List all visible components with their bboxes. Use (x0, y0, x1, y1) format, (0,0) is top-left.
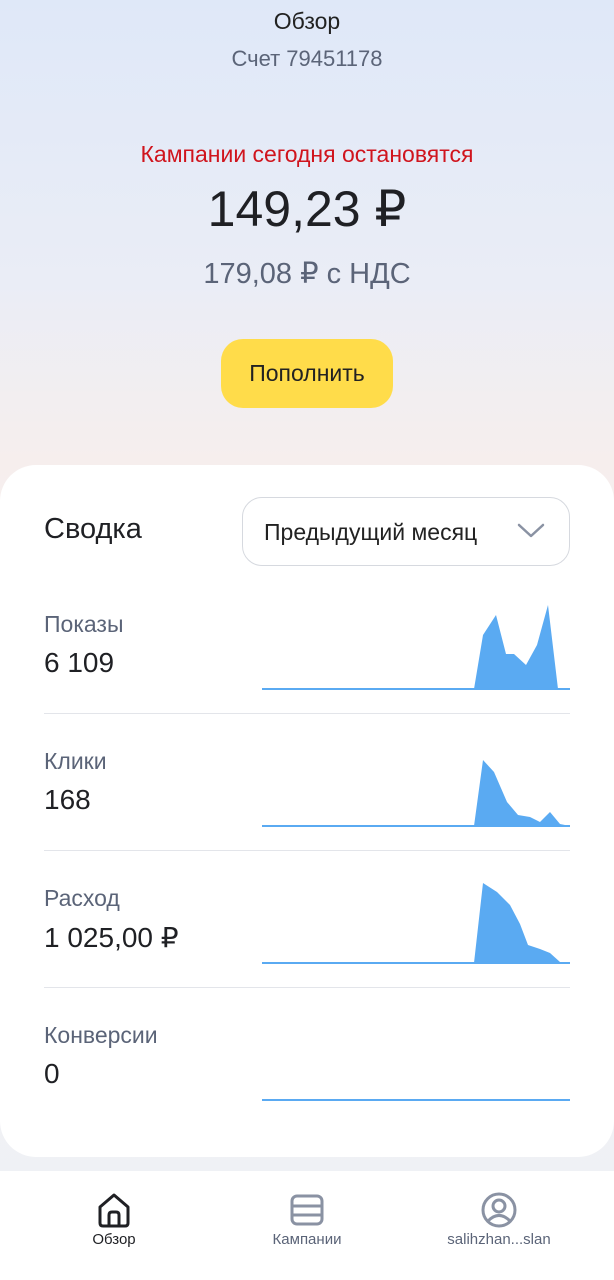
period-select-value: Предыдущий месяц (264, 519, 478, 545)
page-title: Обзор (273, 8, 341, 34)
nav-item-label: salihzhan...slan (447, 1231, 551, 1248)
metric-label: Расход (44, 885, 120, 911)
period-select[interactable]: Предыдущий месяц (242, 497, 570, 566)
metric-value: 6 109 (44, 647, 115, 678)
campaigns-stop-warning: Кампании сегодня остановятся (140, 141, 474, 167)
chevron-down-icon (517, 523, 545, 538)
account-number: Счет 79451178 (231, 46, 383, 71)
summary-card: Сводка Предыдущий месяц Показы 6 109 Кли… (0, 465, 614, 1157)
metric-value: 168 (44, 784, 91, 815)
impressions-sparkline (262, 605, 570, 690)
metric-label: Конверсии (44, 1022, 158, 1048)
spend-sparkline (262, 883, 570, 964)
metric-clicks[interactable]: Клики 168 (44, 714, 570, 851)
home-icon (98, 1193, 130, 1228)
balance-with-vat: 179,08 ₽ с НДС (203, 258, 411, 290)
topup-button[interactable]: Пополнить (221, 339, 393, 408)
summary-title: Сводка (44, 513, 142, 545)
bottom-navigation: Обзор Кампании salihzhan...slan (0, 1171, 614, 1280)
nav-item-campaigns[interactable]: Кампании (217, 1171, 397, 1280)
metric-impressions[interactable]: Показы 6 109 (44, 577, 570, 714)
conversions-sparkline (262, 1099, 570, 1101)
campaigns-icon (290, 1194, 324, 1226)
nav-item-overview[interactable]: Обзор (24, 1171, 204, 1280)
metric-value: 1 025,00 ₽ (44, 922, 179, 953)
metric-conversions[interactable]: Конверсии 0 (44, 988, 570, 1125)
metric-spend[interactable]: Расход 1 025,00 ₽ (44, 851, 570, 988)
nav-item-profile[interactable]: salihzhan...slan (409, 1171, 589, 1280)
balance-amount: 149,23 ₽ (207, 181, 407, 237)
metric-value: 0 (44, 1058, 60, 1089)
clicks-sparkline (262, 760, 570, 827)
nav-item-label: Обзор (92, 1231, 136, 1248)
metric-label: Показы (44, 611, 124, 637)
metric-label: Клики (44, 748, 107, 774)
nav-item-label: Кампании (272, 1231, 342, 1248)
profile-icon (481, 1192, 517, 1228)
